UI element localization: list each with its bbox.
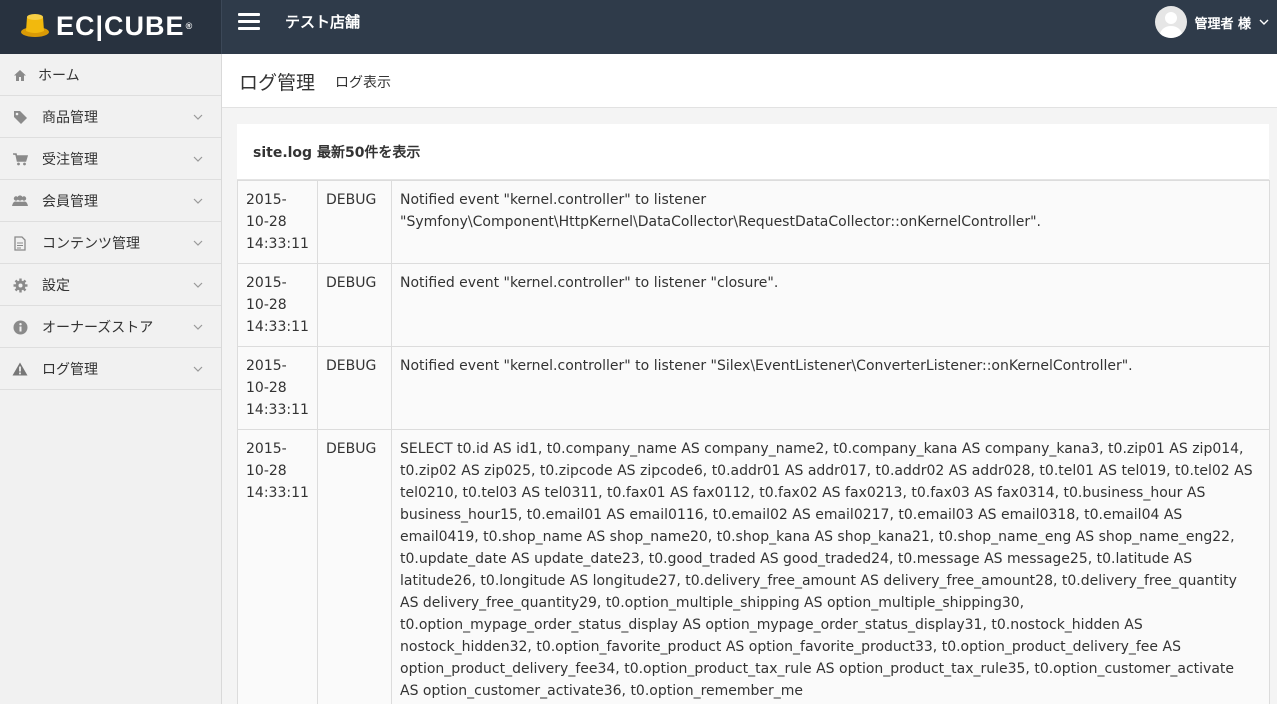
log-table: 2015- 10-28 14:33:11 DEBUG Notified even… — [237, 180, 1270, 704]
sidebar-item-log[interactable]: ログ管理 — [0, 348, 221, 390]
sidebar-item-label: 商品管理 — [42, 109, 98, 126]
chevron-down-icon — [1259, 19, 1269, 25]
log-message: SELECT t0.id AS id1, t0.company_name AS … — [391, 429, 1270, 704]
info-icon — [12, 319, 28, 335]
sidebar-item-label: 会員管理 — [42, 193, 98, 210]
sidebar-item-members[interactable]: 会員管理 — [0, 180, 221, 222]
chevron-down-icon — [193, 366, 203, 372]
sidebar-item-home[interactable]: ホーム — [0, 54, 221, 96]
sidebar-item-label: ログ管理 — [42, 361, 98, 378]
logo-area[interactable]: EC|CUBE® — [0, 0, 222, 54]
log-date: 2015- 10-28 14:33:11 — [237, 346, 318, 430]
chevron-down-icon — [193, 324, 203, 330]
chevron-down-icon — [193, 240, 203, 246]
avatar — [1155, 6, 1188, 38]
panel-title: site.log 最新50件を表示 — [253, 144, 421, 161]
chevron-down-icon — [193, 114, 203, 120]
log-date: 2015- 10-28 14:33:11 — [237, 180, 318, 264]
table-row: 2015- 10-28 14:33:11 DEBUG Notified even… — [237, 346, 1270, 430]
log-message: Notified event "kernel.controller" to li… — [391, 180, 1270, 264]
gear-icon — [12, 277, 28, 293]
log-level: DEBUG — [317, 263, 392, 347]
chevron-down-icon — [193, 198, 203, 204]
sidebar-item-owners-store[interactable]: オーナーズストア — [0, 306, 221, 348]
sidebar-item-settings[interactable]: 設定 — [0, 264, 221, 306]
tag-icon — [12, 109, 28, 125]
table-row: 2015- 10-28 14:33:11 DEBUG SELECT t0.id … — [237, 429, 1270, 704]
chevron-down-icon — [193, 282, 203, 288]
sidebar-item-label: コンテンツ管理 — [42, 235, 140, 252]
sidebar-item-label: ホーム — [38, 67, 80, 84]
warning-icon — [12, 361, 28, 377]
users-icon — [12, 193, 28, 209]
log-level: DEBUG — [317, 429, 392, 704]
chevron-down-icon — [193, 156, 203, 162]
top-header: EC|CUBE® テスト店舗 管理者 様 — [0, 0, 1277, 54]
log-message: Notified event "kernel.controller" to li… — [391, 346, 1270, 430]
table-row: 2015- 10-28 14:33:11 DEBUG Notified even… — [237, 263, 1270, 347]
menu-toggle-button[interactable] — [238, 13, 260, 31]
page-header: ログ管理 ログ表示 — [222, 54, 1277, 108]
shop-name-link[interactable]: テスト店舗 — [285, 11, 360, 32]
user-menu[interactable]: 管理者 様 — [1155, 6, 1269, 38]
page-subtitle: ログ表示 — [335, 75, 391, 91]
logo-text: EC|CUBE® — [56, 11, 194, 41]
sidebar-item-label: 受注管理 — [42, 151, 98, 168]
ec-cube-logo-icon — [21, 14, 49, 37]
sidebar-item-products[interactable]: 商品管理 — [0, 96, 221, 138]
panel-heading: site.log 最新50件を表示 — [237, 124, 1269, 180]
cart-icon — [12, 151, 28, 167]
sidebar-item-label: オーナーズストア — [42, 319, 154, 336]
table-row: 2015- 10-28 14:33:11 DEBUG Notified even… — [237, 180, 1270, 264]
sidebar-item-label: 設定 — [42, 277, 70, 294]
log-level: DEBUG — [317, 346, 392, 430]
sidebar: ホーム 商品管理 受注管理 会員管理 コンテンツ管理 設定 オーナーズストア ロ… — [0, 54, 222, 704]
log-level: DEBUG — [317, 180, 392, 264]
document-icon — [12, 235, 28, 251]
user-name: 管理者 様 — [1194, 16, 1251, 32]
sidebar-item-orders[interactable]: 受注管理 — [0, 138, 221, 180]
home-icon — [12, 67, 28, 83]
log-date: 2015- 10-28 14:33:11 — [237, 429, 318, 704]
log-message: Notified event "kernel.controller" to li… — [391, 263, 1270, 347]
log-panel: site.log 最新50件を表示 2015- 10-28 14:33:11 D… — [237, 124, 1270, 704]
page-title: ログ管理 — [239, 72, 316, 94]
sidebar-item-contents[interactable]: コンテンツ管理 — [0, 222, 221, 264]
log-date: 2015- 10-28 14:33:11 — [237, 263, 318, 347]
